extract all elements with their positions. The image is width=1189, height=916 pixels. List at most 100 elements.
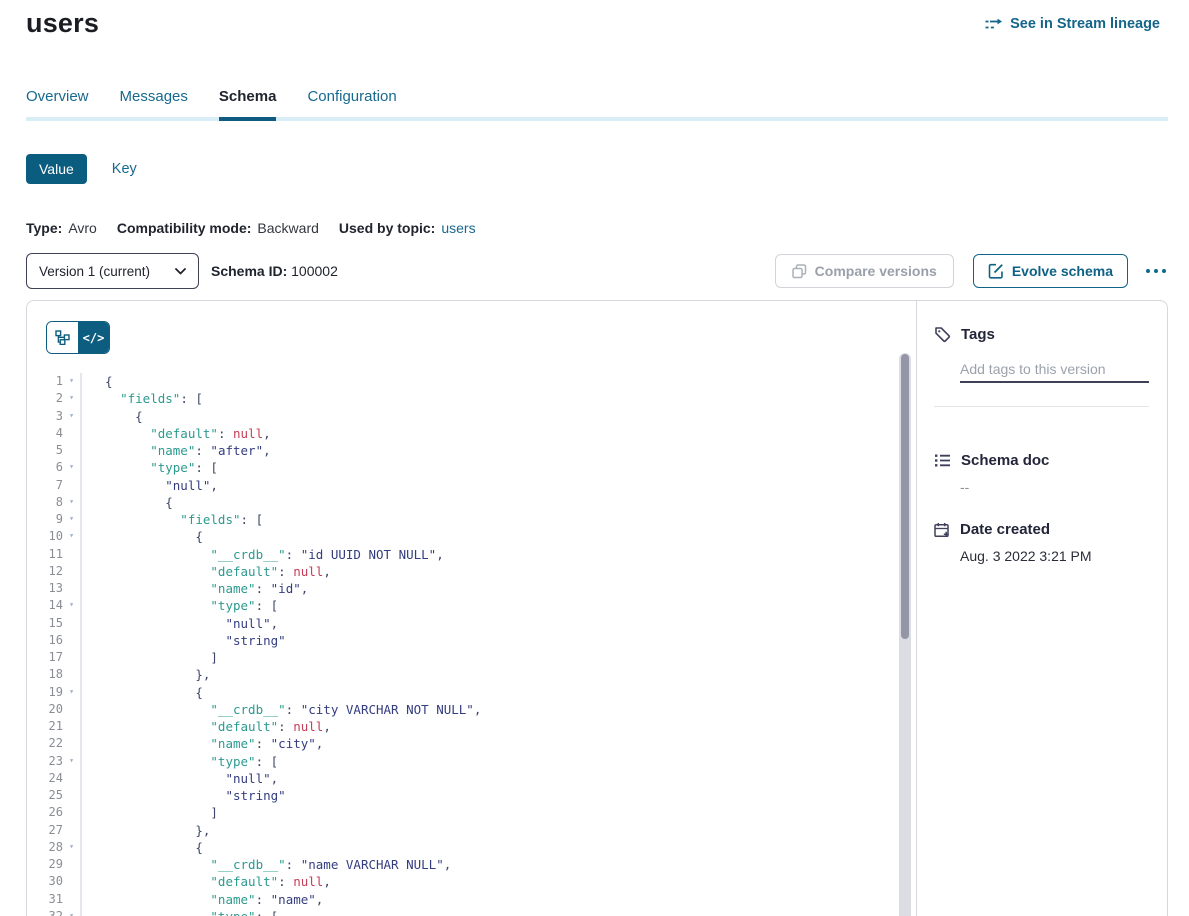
code-line: 10▾ {: [27, 528, 916, 545]
code-line: 32▾ "type": [: [27, 908, 916, 916]
code-text: "name": "id",: [82, 580, 308, 597]
code-text: "type": [: [82, 753, 278, 770]
code-text: {: [82, 839, 203, 856]
schema-controls-row: Version 1 (current) Schema ID: 100002 Co…: [26, 253, 1170, 289]
fold-toggle-icon[interactable]: ▾: [63, 408, 80, 425]
code-text: "name": "city",: [82, 735, 323, 752]
fold-toggle-icon[interactable]: ▾: [63, 753, 80, 770]
fold-spacer: [63, 615, 80, 632]
code-line: 28▾ {: [27, 839, 916, 856]
tab-overview[interactable]: Overview: [26, 88, 89, 121]
tags-header: Tags: [934, 326, 1149, 343]
add-tags-input[interactable]: [960, 357, 1149, 383]
fold-spacer: [63, 735, 80, 752]
see-in-stream-lineage-link[interactable]: See in Stream lineage: [984, 16, 1160, 32]
editor-scrollbar-track[interactable]: [899, 353, 911, 916]
code-text: "default": null,: [82, 425, 271, 442]
fold-toggle-icon[interactable]: ▾: [63, 908, 80, 916]
fold-toggle-icon[interactable]: ▾: [63, 390, 80, 407]
code-text: "__crdb__": "city VARCHAR NOT NULL",: [82, 701, 481, 718]
tab-messages[interactable]: Messages: [120, 88, 188, 121]
fold-toggle-icon[interactable]: ▾: [63, 373, 80, 390]
line-number: 13: [27, 580, 63, 597]
code-line: 16 "string": [27, 632, 916, 649]
code-lines[interactable]: 1▾ {2▾ "fields": [3▾ {4 "default": null,…: [27, 373, 916, 916]
code-line: 13 "name": "id",: [27, 580, 916, 597]
line-number: 7: [27, 477, 63, 494]
code-line: 25 "string": [27, 787, 916, 804]
code-text: {: [82, 408, 143, 425]
evolve-schema-button[interactable]: Evolve schema: [973, 254, 1128, 288]
fold-toggle-icon[interactable]: ▾: [63, 528, 80, 545]
code-line: 22 "name": "city",: [27, 735, 916, 752]
code-text: {: [82, 373, 113, 390]
topic-link[interactable]: users: [441, 220, 475, 236]
copy-documents-icon: [792, 264, 807, 279]
key-toggle-button[interactable]: Key: [112, 161, 137, 177]
value-toggle-button[interactable]: Value: [26, 154, 87, 184]
stream-lineage-icon: [984, 18, 1003, 31]
code-line: 24 "null",: [27, 770, 916, 787]
code-text: "string": [82, 632, 286, 649]
date-created-header: Date created: [934, 521, 1149, 538]
fold-toggle-icon[interactable]: ▾: [63, 839, 80, 856]
line-number: 21: [27, 718, 63, 735]
code-line: 4 "default": null,: [27, 425, 916, 442]
code-text: "type": [: [82, 459, 218, 476]
line-number: 31: [27, 891, 63, 908]
fold-spacer: [63, 442, 80, 459]
line-number: 18: [27, 666, 63, 683]
code-text: "null",: [82, 477, 218, 494]
tab-bar: Overview Messages Schema Configuration: [26, 88, 1168, 121]
fold-toggle-icon[interactable]: ▾: [63, 494, 80, 511]
code-text: },: [82, 666, 210, 683]
code-text: {: [82, 684, 203, 701]
fold-spacer: [63, 891, 80, 908]
fold-toggle-icon[interactable]: ▾: [63, 684, 80, 701]
editor-scrollbar-thumb[interactable]: [901, 354, 909, 639]
sidebar-divider: [934, 406, 1149, 407]
line-number: 28: [27, 839, 63, 856]
line-number: 1: [27, 373, 63, 390]
fold-toggle-icon[interactable]: ▾: [63, 459, 80, 476]
fold-spacer: [63, 873, 80, 890]
fold-spacer: [63, 701, 80, 718]
code-text: "type": [: [82, 597, 278, 614]
code-line: 30 "default": null,: [27, 873, 916, 890]
line-number: 5: [27, 442, 63, 459]
code-line: 1▾ {: [27, 373, 916, 390]
line-number: 6: [27, 459, 63, 476]
line-number: 12: [27, 563, 63, 580]
code-line: 3▾ {: [27, 408, 916, 425]
fold-spacer: [63, 477, 80, 494]
schema-doc-header: Schema doc: [934, 452, 1149, 469]
code-text: "null",: [82, 770, 278, 787]
line-number: 23: [27, 753, 63, 770]
tab-configuration[interactable]: Configuration: [307, 88, 396, 121]
schema-doc-section: Schema doc --: [934, 452, 1149, 495]
line-number: 14: [27, 597, 63, 614]
version-select[interactable]: Version 1 (current): [26, 253, 199, 289]
line-number: 17: [27, 649, 63, 666]
fold-toggle-icon[interactable]: ▾: [63, 511, 80, 528]
schema-meta-row: Type: Avro Compatibility mode: Backward …: [26, 220, 476, 236]
tab-schema[interactable]: Schema: [219, 88, 277, 121]
code-line: 20 "__crdb__": "city VARCHAR NOT NULL",: [27, 701, 916, 718]
line-number: 32: [27, 908, 63, 916]
more-actions-button[interactable]: [1142, 263, 1170, 279]
tree-view-button[interactable]: [47, 322, 78, 353]
code-text: "name": "name",: [82, 891, 323, 908]
code-text: "__crdb__": "id UUID NOT NULL",: [82, 546, 444, 563]
fold-spacer: [63, 649, 80, 666]
code-text: "default": null,: [82, 563, 331, 580]
evolve-schema-label: Evolve schema: [1012, 263, 1113, 279]
code-text: "default": null,: [82, 718, 331, 735]
fold-toggle-icon[interactable]: ▾: [63, 597, 80, 614]
code-view-button[interactable]: </>: [78, 322, 109, 353]
code-line: 31 "name": "name",: [27, 891, 916, 908]
value-key-toggle: Value Key: [26, 154, 137, 184]
code-line: 29 "__crdb__": "name VARCHAR NULL",: [27, 856, 916, 873]
fold-spacer: [63, 425, 80, 442]
compare-versions-button[interactable]: Compare versions: [775, 254, 954, 288]
calendar-add-icon: [934, 522, 950, 538]
